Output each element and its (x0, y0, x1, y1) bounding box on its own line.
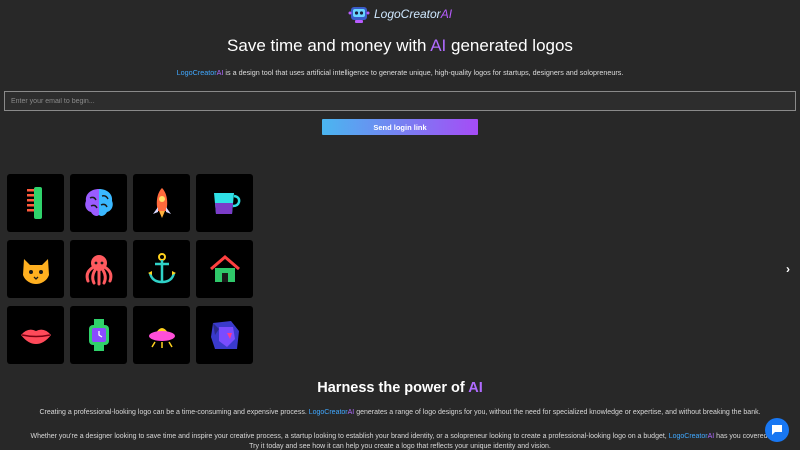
p1-pre: Creating a professional-looking logo can… (39, 409, 309, 416)
rocket-icon (152, 188, 171, 218)
sub-brand-main: LogoCreator (176, 68, 217, 77)
chat-widget-button[interactable] (765, 418, 789, 442)
brand-header[interactable]: LogoCreatorAI (0, 4, 800, 24)
hero-subtitle: LogoCreatorAI is a design tool that uses… (0, 68, 800, 77)
features-paragraph-2: Whether you're a designer looking to sav… (0, 432, 800, 450)
logo-tile[interactable] (133, 240, 190, 298)
headline-ai: AI (430, 36, 447, 55)
logo-tile[interactable] (133, 306, 190, 364)
brand-name-main: LogoCreator (373, 7, 441, 21)
lion-icon (210, 321, 239, 349)
anchor-icon (147, 253, 176, 284)
features-title: Harness the power of AI (0, 380, 800, 396)
features-paragraph-1: Creating a professional-looking logo can… (0, 408, 800, 418)
logo-tile[interactable] (196, 240, 253, 298)
logo-tile[interactable] (70, 240, 127, 298)
mug-icon (213, 193, 240, 214)
brand-name-ai: AI (440, 7, 453, 21)
comb-icon (26, 187, 42, 219)
chat-icon (772, 425, 782, 435)
p1-post: generates a range of logo designs for yo… (354, 409, 761, 416)
logo-tile[interactable] (196, 174, 253, 232)
send-login-link-button[interactable]: Send login link (322, 119, 478, 135)
house-icon (209, 255, 240, 282)
logo-tile[interactable] (70, 174, 127, 232)
sub-text: is a design tool that uses artificial in… (223, 68, 624, 77)
logo-tile[interactable] (133, 174, 190, 232)
brand-name: LogoCreatorAI (374, 7, 452, 21)
features-title-ai: AI (468, 380, 483, 396)
logo-tile[interactable] (70, 306, 127, 364)
p1-brand-main: LogoCreator (308, 409, 348, 416)
features-title-pre: Harness the power of (317, 380, 469, 396)
carousel-next-button[interactable]: › (786, 262, 790, 276)
logo-tile[interactable] (7, 240, 64, 298)
ufo-icon (148, 328, 175, 348)
logo-tile[interactable] (7, 174, 64, 232)
headline-post: generated logos (446, 36, 573, 55)
headline-pre: Save time and money with (227, 36, 431, 55)
brain-icon (84, 189, 113, 216)
octopus-icon (85, 255, 112, 286)
robot-logo-icon (348, 7, 370, 23)
p2-pre: Whether you're a designer looking to sav… (30, 433, 669, 440)
smartwatch-icon (88, 319, 109, 351)
email-input[interactable] (4, 91, 796, 111)
logo-tile[interactable] (196, 306, 253, 364)
cat-icon (22, 259, 49, 284)
lips-icon (20, 329, 51, 344)
p2-brand-main: LogoCreator (668, 433, 708, 440)
logo-tile[interactable] (7, 306, 64, 364)
page-headline: Save time and money with AI generated lo… (0, 36, 800, 56)
